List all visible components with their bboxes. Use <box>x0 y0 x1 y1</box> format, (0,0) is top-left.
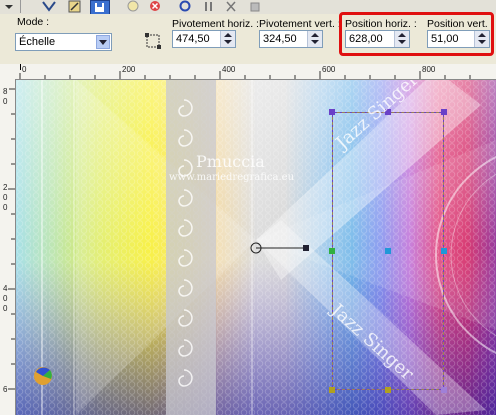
pivot-v-spinner[interactable] <box>307 31 322 47</box>
pivot-h-field[interactable]: 474,50 <box>172 30 236 48</box>
handle-bottom-left[interactable] <box>329 387 335 393</box>
position-highlight-box <box>339 12 494 56</box>
chevron-down-icon[interactable] <box>96 35 110 49</box>
horizontal-ruler: 0 200 400 600 800 <box>0 64 496 80</box>
cancel-icon[interactable] <box>146 0 164 13</box>
mode-select[interactable]: Échelle <box>15 33 112 51</box>
ruler-label: 0 <box>3 193 8 202</box>
handle-bottom-right[interactable] <box>441 387 447 393</box>
ruler-label: 0 <box>3 294 8 303</box>
pivot-h-spinner[interactable] <box>220 31 235 47</box>
pause-icon[interactable] <box>200 0 218 13</box>
dropdown-arrow-button[interactable] <box>2 0 21 13</box>
mode-value: Échelle <box>19 36 56 48</box>
transform-box-icon[interactable] <box>144 32 162 50</box>
ruler-label: 600 <box>322 65 336 74</box>
ruler-label: 6 <box>3 385 8 394</box>
preset-icon[interactable] <box>40 0 58 13</box>
vertical-ruler: 8 0 2 0 0 4 0 0 6 <box>0 79 16 415</box>
ruler-label: 200 <box>122 65 136 74</box>
ruler-label: 400 <box>222 65 236 74</box>
handle-top-right[interactable] <box>441 109 447 115</box>
pivot-v-field[interactable]: 324,50 <box>259 30 323 48</box>
reset-icon[interactable] <box>176 0 194 13</box>
ruler-label: 0 <box>3 304 8 313</box>
watermark-url: www.mariedregrafica.eu <box>169 172 295 183</box>
edit-icon[interactable] <box>66 0 84 13</box>
ruler-label: 8 <box>3 87 8 96</box>
pivot-v-value: 324,50 <box>263 33 297 45</box>
handle-middle-right[interactable] <box>441 248 447 254</box>
ruler-label: 0 <box>22 65 27 74</box>
handle-bottom-center[interactable] <box>385 387 391 393</box>
ruler-label: 2 <box>3 183 8 192</box>
image-canvas[interactable]: Pmuccia www.mariedregrafica.eu Jazz Sing… <box>16 80 496 415</box>
pivot-v-label: Pivotement vert. : <box>259 18 341 30</box>
ruler-label: 0 <box>3 97 8 106</box>
ruler-label: 4 <box>3 284 8 293</box>
close-icon[interactable] <box>222 0 240 13</box>
ruler-label: 0 <box>3 203 8 212</box>
settings-icon[interactable] <box>246 0 264 13</box>
handle-top-left[interactable] <box>329 109 335 115</box>
ruler-ticks <box>8 88 15 390</box>
watermark-name: Pmuccia <box>196 152 265 171</box>
ruler-label: 800 <box>422 65 436 74</box>
save-preset-icon[interactable] <box>90 0 110 15</box>
refresh-icon[interactable] <box>124 0 142 13</box>
pivot-h-label: Pivotement horiz. : <box>172 18 259 30</box>
pivot-h-value: 474,50 <box>176 33 210 45</box>
handle-center[interactable] <box>385 248 391 254</box>
mode-label: Mode : <box>17 16 50 28</box>
handle-middle-left[interactable] <box>329 248 335 254</box>
